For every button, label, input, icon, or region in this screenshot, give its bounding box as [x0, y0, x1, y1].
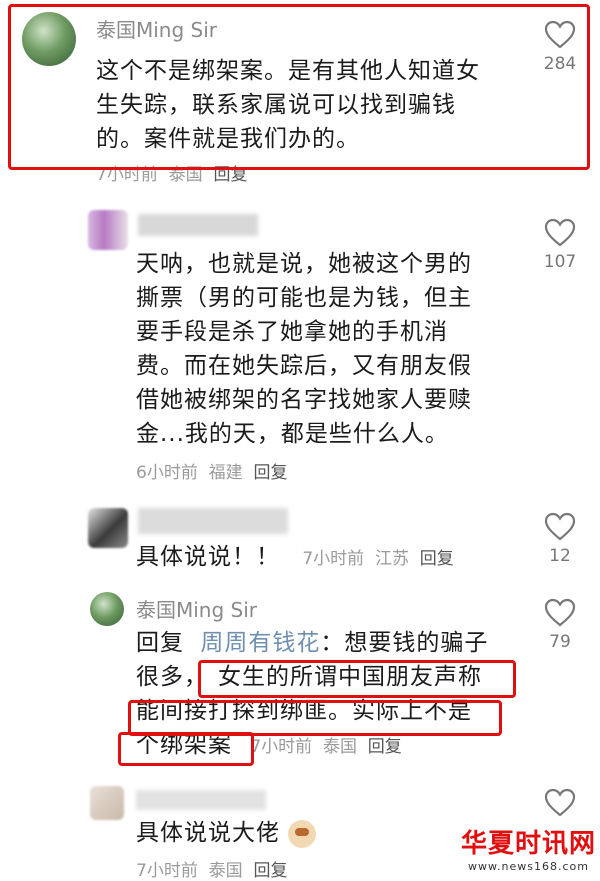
comment-line: 天呐，也就是说，她被这个男的 — [136, 251, 472, 277]
comment-time: 6小时前 — [136, 463, 198, 483]
reply-button[interactable]: 回复 — [253, 463, 287, 483]
heart-icon — [544, 218, 576, 247]
comment-time: 7小时前 — [250, 737, 313, 757]
highlight-box — [118, 732, 254, 766]
comment-username[interactable]: 泰国Ming Sir — [136, 594, 257, 623]
comment-line: 金...我的天，都是些什么人。 — [136, 421, 449, 447]
comment-text: 天呐，也就是说，她被这个男的 撕票（男的可能也是为钱，但主 要手段是杀了她拿她的… — [136, 247, 472, 451]
highlight-box — [198, 660, 516, 698]
heart-icon — [544, 788, 576, 817]
highlight-box — [128, 700, 502, 736]
site-watermark: 华夏时讯网 www.news168.com — [461, 823, 596, 873]
reply-button[interactable]: 回复 — [420, 549, 454, 569]
mention-link[interactable]: 周周有钱花 — [200, 630, 320, 656]
watermark-title: 华夏时讯网 — [460, 829, 596, 859]
like-button[interactable]: 79 — [530, 598, 590, 652]
avatar[interactable] — [90, 786, 124, 820]
comment-location: 江苏 — [374, 549, 409, 569]
watermark-url: www.news168.com — [468, 860, 589, 873]
like-count: 12 — [549, 546, 571, 566]
reply-button[interactable]: 回复 — [253, 861, 287, 881]
comment-meta: 7小时前 泰国 回复 — [136, 856, 287, 881]
comment-meta: 6小时前 福建 回复 — [136, 458, 287, 483]
comment-meta: 7小时前 泰国 回复 — [250, 737, 401, 757]
comment-location: 泰国 — [208, 861, 243, 881]
username-blurred — [136, 790, 266, 810]
sticker-emoji-icon — [288, 819, 317, 848]
like-button[interactable]: 12 — [530, 512, 590, 566]
comment-location: 福建 — [208, 463, 243, 483]
avatar[interactable] — [88, 210, 128, 250]
comment-line: 回复 周周有钱花：想要钱的骗子 — [136, 626, 488, 660]
username-blurred — [138, 214, 258, 236]
comment-line: 费。而在她失踪后，又有朋友假 — [136, 353, 472, 379]
comment-time: 7小时前 — [136, 861, 198, 881]
avatar[interactable] — [88, 508, 128, 548]
avatar[interactable] — [90, 592, 124, 626]
reply-button[interactable]: 回复 — [368, 737, 402, 757]
like-button[interactable]: 107 — [530, 218, 590, 272]
like-count: 79 — [549, 632, 571, 652]
heart-icon — [544, 598, 576, 627]
reply-prefix: 回复 — [136, 630, 184, 656]
comment-meta: 7小时前 江苏 回复 — [302, 549, 453, 569]
comment-text: 具体说说大佬 — [136, 820, 280, 846]
comment-time: 7小时前 — [302, 549, 365, 569]
comment-line: 具体说说大佬 — [136, 816, 317, 850]
comment-line: 要手段是杀了她拿她的手机消 — [136, 319, 448, 345]
comment-line: 具体说说！！ 7小时前 江苏 回复 — [136, 540, 454, 576]
like-button[interactable] — [530, 788, 590, 818]
highlight-box — [8, 4, 590, 170]
comment-segment: ：想要钱的骗子 — [320, 630, 489, 656]
comment-line: 撕票（男的可能也是为钱，但主 — [136, 285, 472, 311]
heart-icon — [544, 512, 576, 541]
username-blurred — [138, 508, 288, 534]
comment-location: 泰国 — [322, 737, 357, 757]
comment-text: 具体说说！！ — [136, 544, 280, 570]
comment-line: 借她被绑架的名字找她家人要赎 — [136, 387, 472, 413]
like-count: 107 — [543, 252, 577, 272]
